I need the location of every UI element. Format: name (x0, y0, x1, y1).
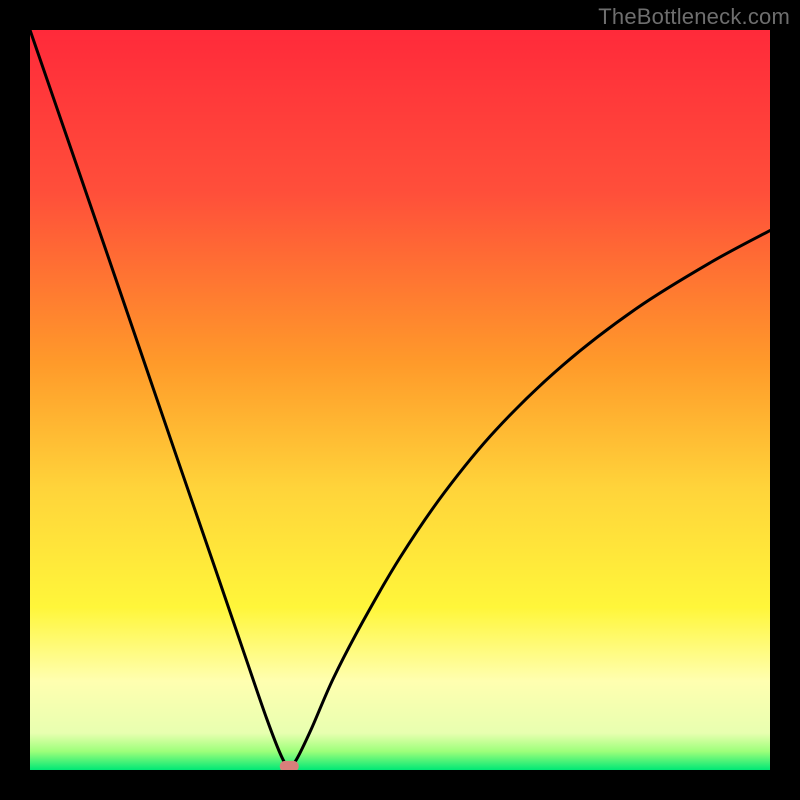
chart-frame: TheBottleneck.com (0, 0, 800, 800)
watermark-text: TheBottleneck.com (598, 4, 790, 30)
plot-area (30, 30, 770, 770)
bottleneck-curve (30, 30, 770, 766)
curve-layer (30, 30, 770, 770)
minimum-marker (280, 761, 299, 770)
